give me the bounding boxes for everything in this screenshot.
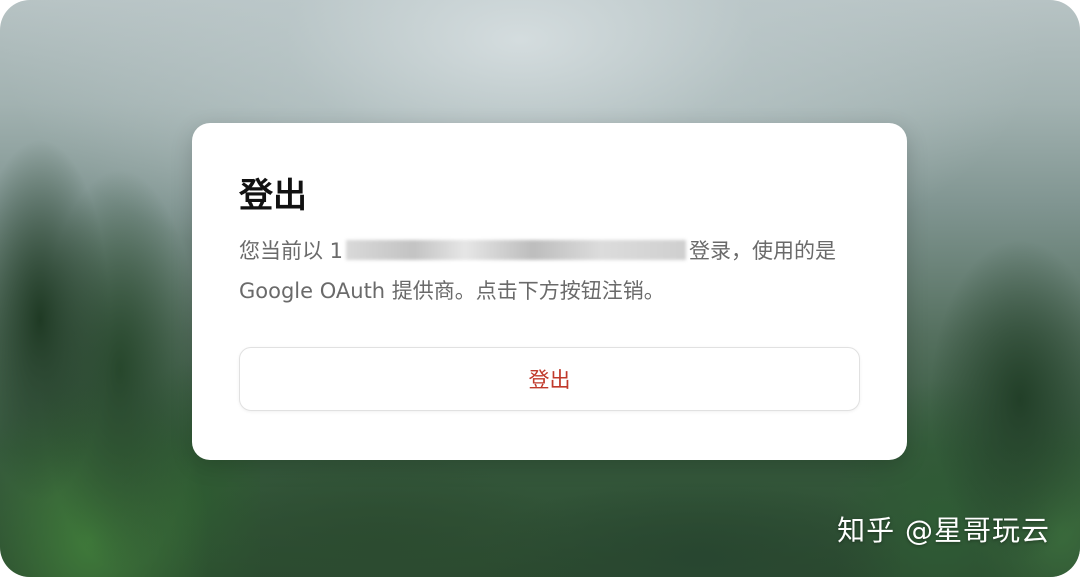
- dialog-title: 登出: [239, 176, 307, 216]
- logout-button[interactable]: 登出: [239, 347, 860, 411]
- dialog-description: 您当前以 1 登录，使用的是Google OAuth 提供商。点击下方按钮注销。: [239, 231, 860, 311]
- redacted-email: [346, 240, 687, 260]
- watermark: 知乎 @星哥玩云: [837, 514, 1050, 547]
- background-forest: 登出 您当前以 1 登录，使用的是Google OAuth 提供商。点击下方按钮注…: [0, 0, 1080, 577]
- description-prefix: 您当前以 1: [239, 239, 344, 263]
- logout-dialog: 登出 您当前以 1 登录，使用的是Google OAuth 提供商。点击下方按钮注…: [192, 123, 907, 460]
